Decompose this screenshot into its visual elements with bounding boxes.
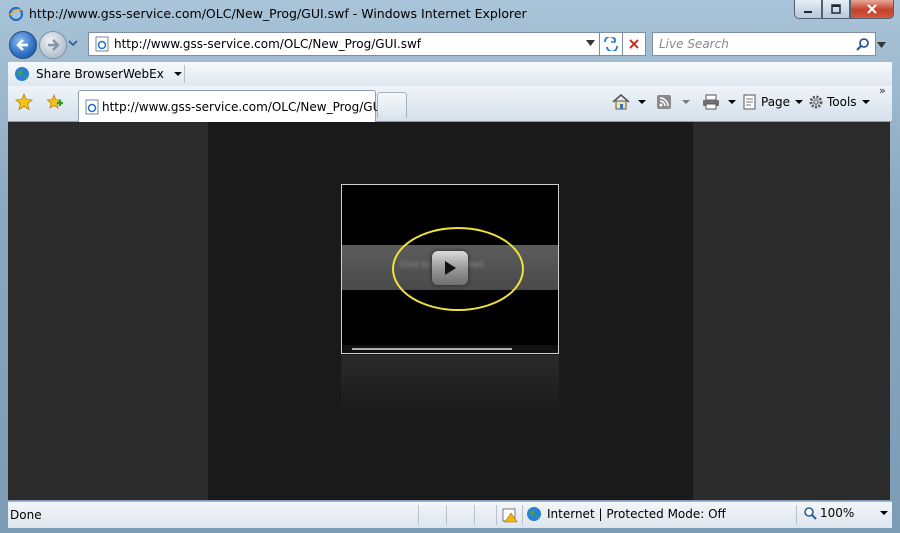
page-icon (85, 99, 99, 115)
close-button[interactable] (850, 0, 894, 19)
chevron-down-icon (861, 100, 870, 104)
print-button[interactable] (702, 92, 736, 112)
search-options-dropdown-icon[interactable] (877, 41, 886, 49)
status-bar: Done Internet | Protected Mode: Off 100% (8, 501, 892, 528)
links-toolbar: Share Browser WebEx (8, 62, 892, 87)
page-menu-icon (743, 94, 756, 110)
navigation-bar: http://www.gss-service.com/OLC/New_Prog/… (0, 28, 900, 62)
security-zone-label: Internet | Protected Mode: Off (547, 507, 726, 521)
chevron-down-icon[interactable] (682, 100, 690, 104)
home-icon (612, 94, 630, 110)
back-button[interactable] (9, 31, 37, 59)
address-text: http://www.gss-service.com/OLC/New_Prog/… (114, 37, 421, 51)
stop-icon (629, 39, 639, 49)
page-icon (95, 36, 109, 52)
close-icon (867, 4, 877, 14)
player-reflection (341, 355, 559, 415)
maximize-icon (831, 4, 841, 14)
window-controls (794, 0, 894, 20)
share-browser-button[interactable]: Share Browser (14, 65, 123, 83)
rss-feed-icon (657, 95, 671, 109)
search-icon[interactable] (856, 37, 870, 51)
status-text: Done (10, 508, 42, 522)
tools-menu-label: Tools (827, 95, 857, 109)
webex-label: WebEx (123, 67, 164, 81)
webex-button[interactable]: WebEx (123, 65, 182, 83)
seek-bar[interactable] (352, 348, 512, 350)
search-placeholder: Live Search (659, 37, 729, 51)
window-title: http://www.gss-service.com/OLC/New_Prog/… (29, 6, 527, 21)
back-arrow-icon (16, 39, 28, 51)
minimize-icon (804, 11, 812, 13)
ie-icon (8, 6, 24, 22)
status-divider (796, 505, 797, 525)
tab-label: http://www.gss-service.com/OLC/New_Prog/… (102, 100, 393, 114)
security-zone[interactable]: Internet | Protected Mode: Off (526, 506, 726, 522)
forward-button[interactable] (39, 31, 67, 59)
page-menu-button[interactable]: Page (742, 92, 804, 112)
player-control-bar[interactable] (342, 345, 558, 353)
title-bar: http://www.gss-service.com/OLC/New_Prog/… (0, 0, 900, 28)
gear-icon (809, 95, 823, 109)
toolbar-overflow-icon[interactable]: » (879, 84, 886, 97)
share-browser-label: Share Browser (36, 67, 124, 81)
tab-row: http://www.gss-service.com/OLC/New_Prog/… (8, 84, 892, 122)
add-to-favorites-icon[interactable] (45, 93, 63, 111)
chevron-down-icon (173, 72, 182, 76)
refresh-button[interactable] (599, 32, 623, 56)
stop-button[interactable] (622, 32, 646, 56)
internet-zone-icon (527, 507, 541, 521)
search-box[interactable]: Live Search (652, 32, 876, 56)
toolbar-divider (184, 65, 185, 83)
zoom-level: 100% (820, 506, 855, 520)
address-dropdown-icon[interactable] (586, 39, 595, 47)
highlight-ellipse (392, 227, 524, 311)
status-divider (446, 505, 447, 525)
page-menu-label: Page (761, 95, 791, 109)
maximize-button[interactable] (822, 0, 850, 19)
tools-menu-button[interactable]: Tools (808, 92, 870, 112)
chevron-down-icon (795, 100, 804, 104)
recent-pages-dropdown-icon[interactable] (68, 38, 78, 48)
popup-blocker-icon[interactable] (502, 507, 518, 523)
minimize-button[interactable] (794, 0, 822, 19)
chevron-down-icon[interactable] (638, 100, 646, 104)
status-divider (418, 505, 419, 525)
feeds-button[interactable] (656, 92, 690, 112)
tab-gui-swf[interactable]: http://www.gss-service.com/OLC/New_Prog/… (78, 90, 393, 122)
address-bar[interactable]: http://www.gss-service.com/OLC/New_Prog/… (88, 32, 600, 56)
zoom-control[interactable]: 100% (803, 506, 889, 520)
refresh-icon (604, 37, 618, 51)
status-divider (496, 505, 497, 525)
zoom-icon (804, 507, 817, 520)
chevron-down-icon[interactable] (880, 511, 889, 515)
globe-icon (15, 67, 29, 81)
printer-icon (703, 94, 719, 110)
forward-arrow-icon (48, 39, 60, 51)
chevron-down-icon[interactable] (728, 100, 736, 104)
home-button[interactable] (612, 92, 646, 112)
favorites-center-icon[interactable] (15, 93, 33, 111)
new-tab-button[interactable] (377, 92, 407, 118)
status-divider (474, 505, 475, 525)
page-content: Click to play / restart (8, 122, 890, 500)
flash-stage: Click to play / restart (208, 122, 693, 500)
status-divider (522, 505, 523, 525)
browser-window: http://www.gss-service.com/OLC/New_Prog/… (0, 0, 900, 533)
